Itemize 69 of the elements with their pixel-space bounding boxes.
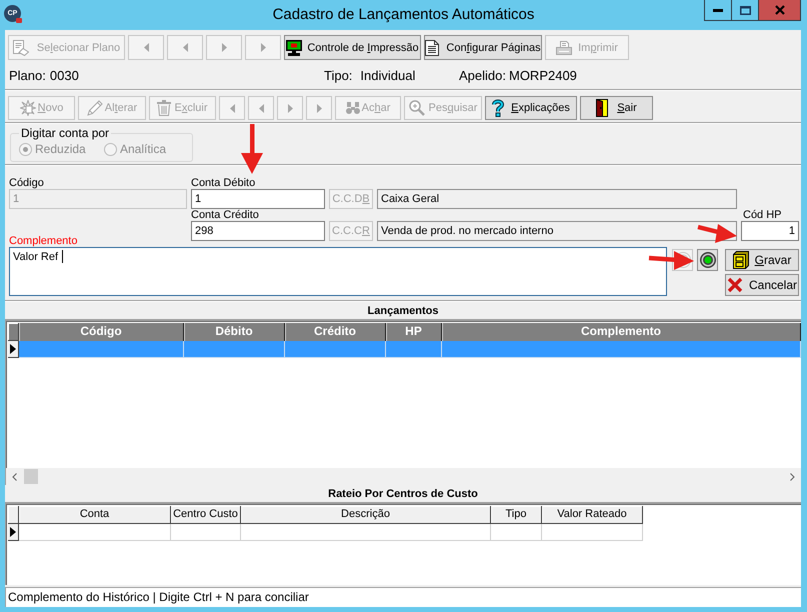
pencil-icon	[86, 100, 103, 116]
field-label: Código	[9, 177, 45, 189]
column-header: Valor Rateado	[542, 506, 643, 524]
field-label: Apelido:	[459, 68, 506, 82]
hp-code-field[interactable]: 1	[741, 221, 799, 241]
field-value: 0030	[50, 68, 79, 82]
binoculars-icon	[346, 102, 360, 114]
description-field: Venda de prod. no mercado interno	[377, 221, 737, 241]
right-chevron-icon	[790, 472, 795, 480]
header-corner-cell	[8, 506, 19, 524]
page-setup-button[interactable]: Configurar Páginas	[424, 35, 542, 60]
left-triangle-icon	[182, 43, 188, 52]
filing-cabinet-icon	[732, 251, 749, 269]
cross-icon	[726, 277, 743, 293]
column-header: Descrição	[241, 506, 491, 524]
column-header: Tipo	[491, 506, 542, 524]
maximize-icon	[740, 6, 750, 14]
save-button[interactable]: Gravar	[725, 249, 799, 271]
field-label: Cód HP	[742, 209, 783, 221]
print-control-button[interactable]: Controle de Impressão	[284, 35, 421, 60]
trash-icon	[157, 100, 172, 116]
window-title: Cadastro de Lançamentos Automáticos	[272, 6, 534, 24]
column-header: Centro Custo	[171, 506, 241, 524]
account-field[interactable]: 298	[191, 221, 325, 241]
field-value: MORP2409	[508, 68, 577, 82]
document-list-icon	[12, 40, 29, 56]
document-icon	[425, 40, 440, 56]
field-label: Complemento	[9, 236, 78, 247]
close-icon	[774, 5, 784, 15]
status-bar: Complemento do Histórico | Digite Ctrl + N para conciliar	[5, 587, 801, 607]
field-label: Conta Crédito	[191, 209, 260, 221]
horizontal-scrollbar[interactable]	[6, 468, 801, 485]
right-triangle-icon	[222, 43, 226, 52]
column-header: Conta	[19, 506, 171, 524]
field-label: Conta Débito	[191, 177, 256, 189]
minimize-button[interactable]	[704, 0, 732, 21]
left-triangle-icon	[258, 104, 264, 112]
account-field[interactable]: 1	[191, 189, 325, 209]
left-triangle-icon	[144, 43, 148, 52]
starburst-icon	[20, 100, 36, 116]
annotation-arrow	[241, 124, 263, 174]
question-mark-icon	[492, 99, 504, 117]
field-value: Individual	[360, 68, 416, 82]
field-label: Tipo:	[324, 68, 352, 82]
close-button[interactable]	[758, 0, 801, 21]
field-label: Plano:	[9, 68, 46, 82]
annotation-arrow	[697, 224, 737, 243]
row-header-cell[interactable]	[8, 524, 19, 541]
annotation-arrow	[648, 251, 694, 270]
right-triangle-icon	[260, 43, 266, 52]
target-button[interactable]	[697, 249, 718, 271]
search-icon	[408, 100, 425, 116]
right-triangle-icon	[288, 104, 292, 112]
minimize-icon	[713, 8, 723, 12]
cancel-button[interactable]: Cancelar	[725, 274, 799, 296]
left-triangle-icon	[230, 104, 234, 112]
help-button[interactable]: Explicações	[485, 96, 577, 120]
row-header-cell[interactable]	[8, 341, 19, 358]
monitor-icon	[286, 40, 302, 56]
target-icon	[700, 252, 716, 268]
group-title: Digitar conta por	[20, 127, 110, 139]
door-icon	[596, 99, 608, 117]
printer-icon	[556, 40, 572, 54]
complement-field[interactable]: Valor Ref	[9, 247, 667, 296]
description-field: Caixa Geral	[377, 189, 737, 209]
left-chevron-icon	[12, 472, 17, 480]
exit-button[interactable]: Sair	[580, 96, 653, 120]
scrollbar-thumb[interactable]	[23, 468, 39, 485]
right-triangle-icon	[316, 104, 322, 112]
